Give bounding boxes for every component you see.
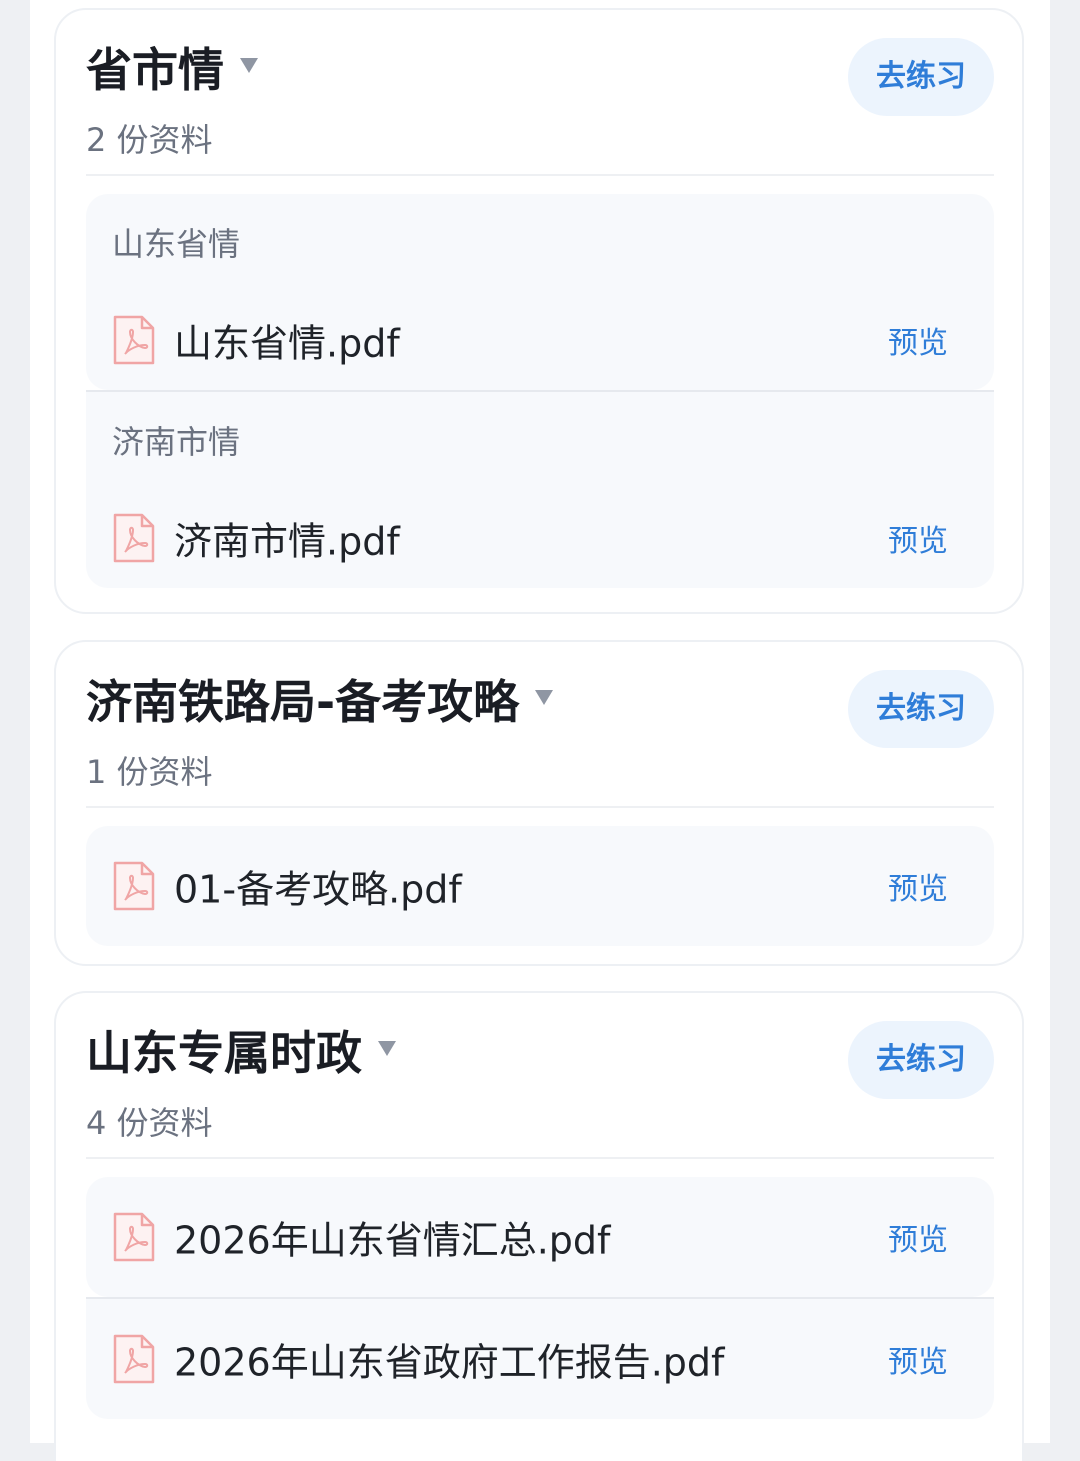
- file-group: 山东省情 山东省情.pdf 预览: [86, 194, 994, 390]
- pdf-file-icon: [113, 315, 155, 365]
- section-title[interactable]: 山东专属时政: [86, 1021, 396, 1085]
- file-name[interactable]: 2026年山东省政府工作报告.pdf: [174, 1332, 724, 1387]
- file-group: 01-备考攻略.pdf 预览: [86, 826, 994, 946]
- divider: [86, 1157, 994, 1159]
- practice-button[interactable]: 去练习: [848, 38, 994, 116]
- group-label: 山东省情: [112, 225, 241, 263]
- section-title[interactable]: 省市情: [86, 38, 258, 102]
- caret-down-icon[interactable]: [240, 58, 258, 73]
- pdf-file-icon: [113, 513, 155, 563]
- section-card-provincial-info: 省市情 2 份资料 去练习 山东省情 山东省情.pdf 预览 济南市情 济南市情…: [54, 8, 1024, 614]
- section-header[interactable]: 省市情 2 份资料 去练习: [56, 10, 1022, 176]
- pdf-file-icon: [113, 861, 155, 911]
- section-card-shandong-politics: 山东专属时政 4 份资料 去练习 2026年山东省情汇总.pdf 预览 2026…: [54, 991, 1024, 1461]
- preview-link[interactable]: 预览: [888, 516, 948, 560]
- practice-button[interactable]: 去练习: [848, 1021, 994, 1099]
- file-name[interactable]: 01-备考攻略.pdf: [174, 859, 462, 914]
- file-groups: 2026年山东省情汇总.pdf 预览 2026年山东省政府工作报告.pdf 预览: [86, 1177, 994, 1419]
- section-title[interactable]: 济南铁路局-备考攻略: [86, 670, 554, 734]
- file-name[interactable]: 2026年山东省情汇总.pdf: [174, 1210, 610, 1265]
- file-group: 2026年山东省情汇总.pdf 预览: [86, 1177, 994, 1297]
- pdf-file-icon: [113, 1212, 155, 1262]
- caret-down-icon[interactable]: [378, 1041, 396, 1056]
- section-count: 2 份资料: [86, 121, 213, 159]
- file-row[interactable]: 2026年山东省政府工作报告.pdf 预览: [86, 1299, 994, 1419]
- divider: [86, 806, 994, 808]
- file-row[interactable]: 2026年山东省情汇总.pdf 预览: [86, 1177, 994, 1297]
- file-row[interactable]: 济南市情.pdf 预览: [86, 488, 994, 588]
- preview-link[interactable]: 预览: [888, 864, 948, 908]
- caret-down-icon[interactable]: [535, 690, 554, 705]
- section-card-exam-guide: 济南铁路局-备考攻略 1 份资料 去练习 01-备考攻略.pdf 预览: [54, 640, 1024, 966]
- preview-link[interactable]: 预览: [888, 1337, 948, 1381]
- materials-page: 省市情 2 份资料 去练习 山东省情 山东省情.pdf 预览 济南市情 济南市情…: [30, 0, 1050, 1461]
- file-name[interactable]: 山东省情.pdf: [174, 313, 400, 368]
- preview-link[interactable]: 预览: [888, 318, 948, 362]
- file-row[interactable]: 山东省情.pdf 预览: [86, 290, 994, 390]
- section-header[interactable]: 济南铁路局-备考攻略 1 份资料 去练习: [56, 642, 1022, 808]
- pdf-file-icon: [113, 1334, 155, 1384]
- section-header[interactable]: 山东专属时政 4 份资料 去练习: [56, 993, 1022, 1159]
- practice-button[interactable]: 去练习: [848, 670, 994, 748]
- section-count: 4 份资料: [86, 1104, 213, 1142]
- file-row[interactable]: 01-备考攻略.pdf 预览: [86, 826, 994, 946]
- group-label: 济南市情: [112, 423, 241, 461]
- section-count: 1 份资料: [86, 753, 213, 791]
- file-groups: 01-备考攻略.pdf 预览: [86, 826, 994, 946]
- file-name[interactable]: 济南市情.pdf: [174, 511, 400, 566]
- divider: [86, 174, 994, 176]
- file-group: 济南市情 济南市情.pdf 预览: [86, 390, 994, 588]
- file-group: 2026年山东省政府工作报告.pdf 预览: [86, 1297, 994, 1419]
- file-groups: 山东省情 山东省情.pdf 预览 济南市情 济南市情.pdf 预览: [86, 194, 994, 588]
- preview-link[interactable]: 预览: [888, 1215, 948, 1259]
